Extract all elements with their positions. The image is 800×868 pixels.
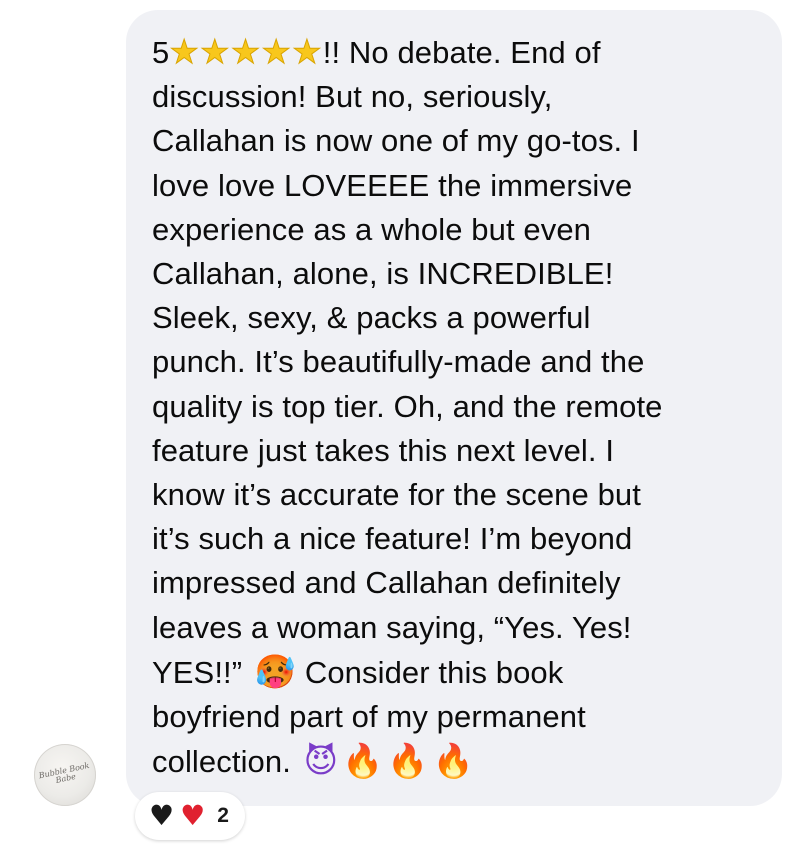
fire-emoji-icon: 🔥 bbox=[432, 741, 474, 781]
star-icon: ★ bbox=[230, 32, 261, 72]
reaction-count: 2 bbox=[217, 804, 229, 827]
message-line: impressed and Callahan definitely bbox=[152, 565, 621, 601]
black-heart-icon[interactable]: ♥ bbox=[149, 802, 174, 830]
star-icon: ★ bbox=[200, 32, 231, 72]
message-line: discussion! But no, seriously, bbox=[152, 79, 553, 115]
star-icon: ★ bbox=[261, 32, 292, 72]
message-line: Callahan is now one of my go-tos. I bbox=[152, 123, 640, 159]
red-heart-icon[interactable]: ♥ bbox=[180, 802, 205, 830]
message-line: collection. 😈 🔥 🔥 🔥 bbox=[152, 741, 474, 781]
hot-face-emoji-icon: 🥵 bbox=[254, 651, 297, 691]
star-icon: ★ bbox=[169, 32, 200, 72]
fire-emoji-icon: 🔥 bbox=[387, 741, 429, 781]
message-line: Callahan, alone, is INCREDIBLE! bbox=[152, 256, 614, 292]
message-text: 5★★★★★!! No debate. End of discussion! B… bbox=[152, 30, 782, 784]
message-line-1: 5★★★★★!! No debate. End of bbox=[152, 32, 601, 72]
message-bubble[interactable]: 5★★★★★!! No debate. End of discussion! B… bbox=[126, 10, 782, 806]
message-line: experience as a whole but even bbox=[152, 211, 592, 247]
message-line: Sleek, sexy, & packs a powerful bbox=[152, 300, 591, 336]
reactions-bar[interactable]: ♥ ♥ 2 bbox=[135, 792, 245, 840]
star-icon: ★ bbox=[292, 32, 323, 72]
devil-emoji-icon: 😈 bbox=[303, 741, 339, 781]
message-line: boyfriend part of my permanent bbox=[152, 699, 586, 735]
rating-number: 5 bbox=[152, 35, 170, 70]
message-line: punch. It’s beautifully-made and the bbox=[152, 344, 645, 380]
message-line: quality is top tier. Oh, and the remote bbox=[152, 388, 663, 424]
message-line: know it’s accurate for the scene but bbox=[152, 477, 641, 513]
message-line: YES!!” 🥵 Consider this book bbox=[152, 651, 564, 691]
message-line: leaves a woman saying, “Yes. Yes! bbox=[152, 609, 632, 645]
profile-avatar-logo: Bubble Book Babe bbox=[37, 760, 91, 785]
message-line: feature just takes this next level. I bbox=[152, 432, 615, 468]
avatar[interactable]: Bubble Book Babe bbox=[34, 744, 96, 806]
fire-emoji-icon: 🔥 bbox=[342, 741, 384, 781]
message-line: it’s such a nice feature! I’m beyond bbox=[152, 521, 633, 557]
message-line: love love LOVEEEE the immersive bbox=[152, 167, 633, 203]
